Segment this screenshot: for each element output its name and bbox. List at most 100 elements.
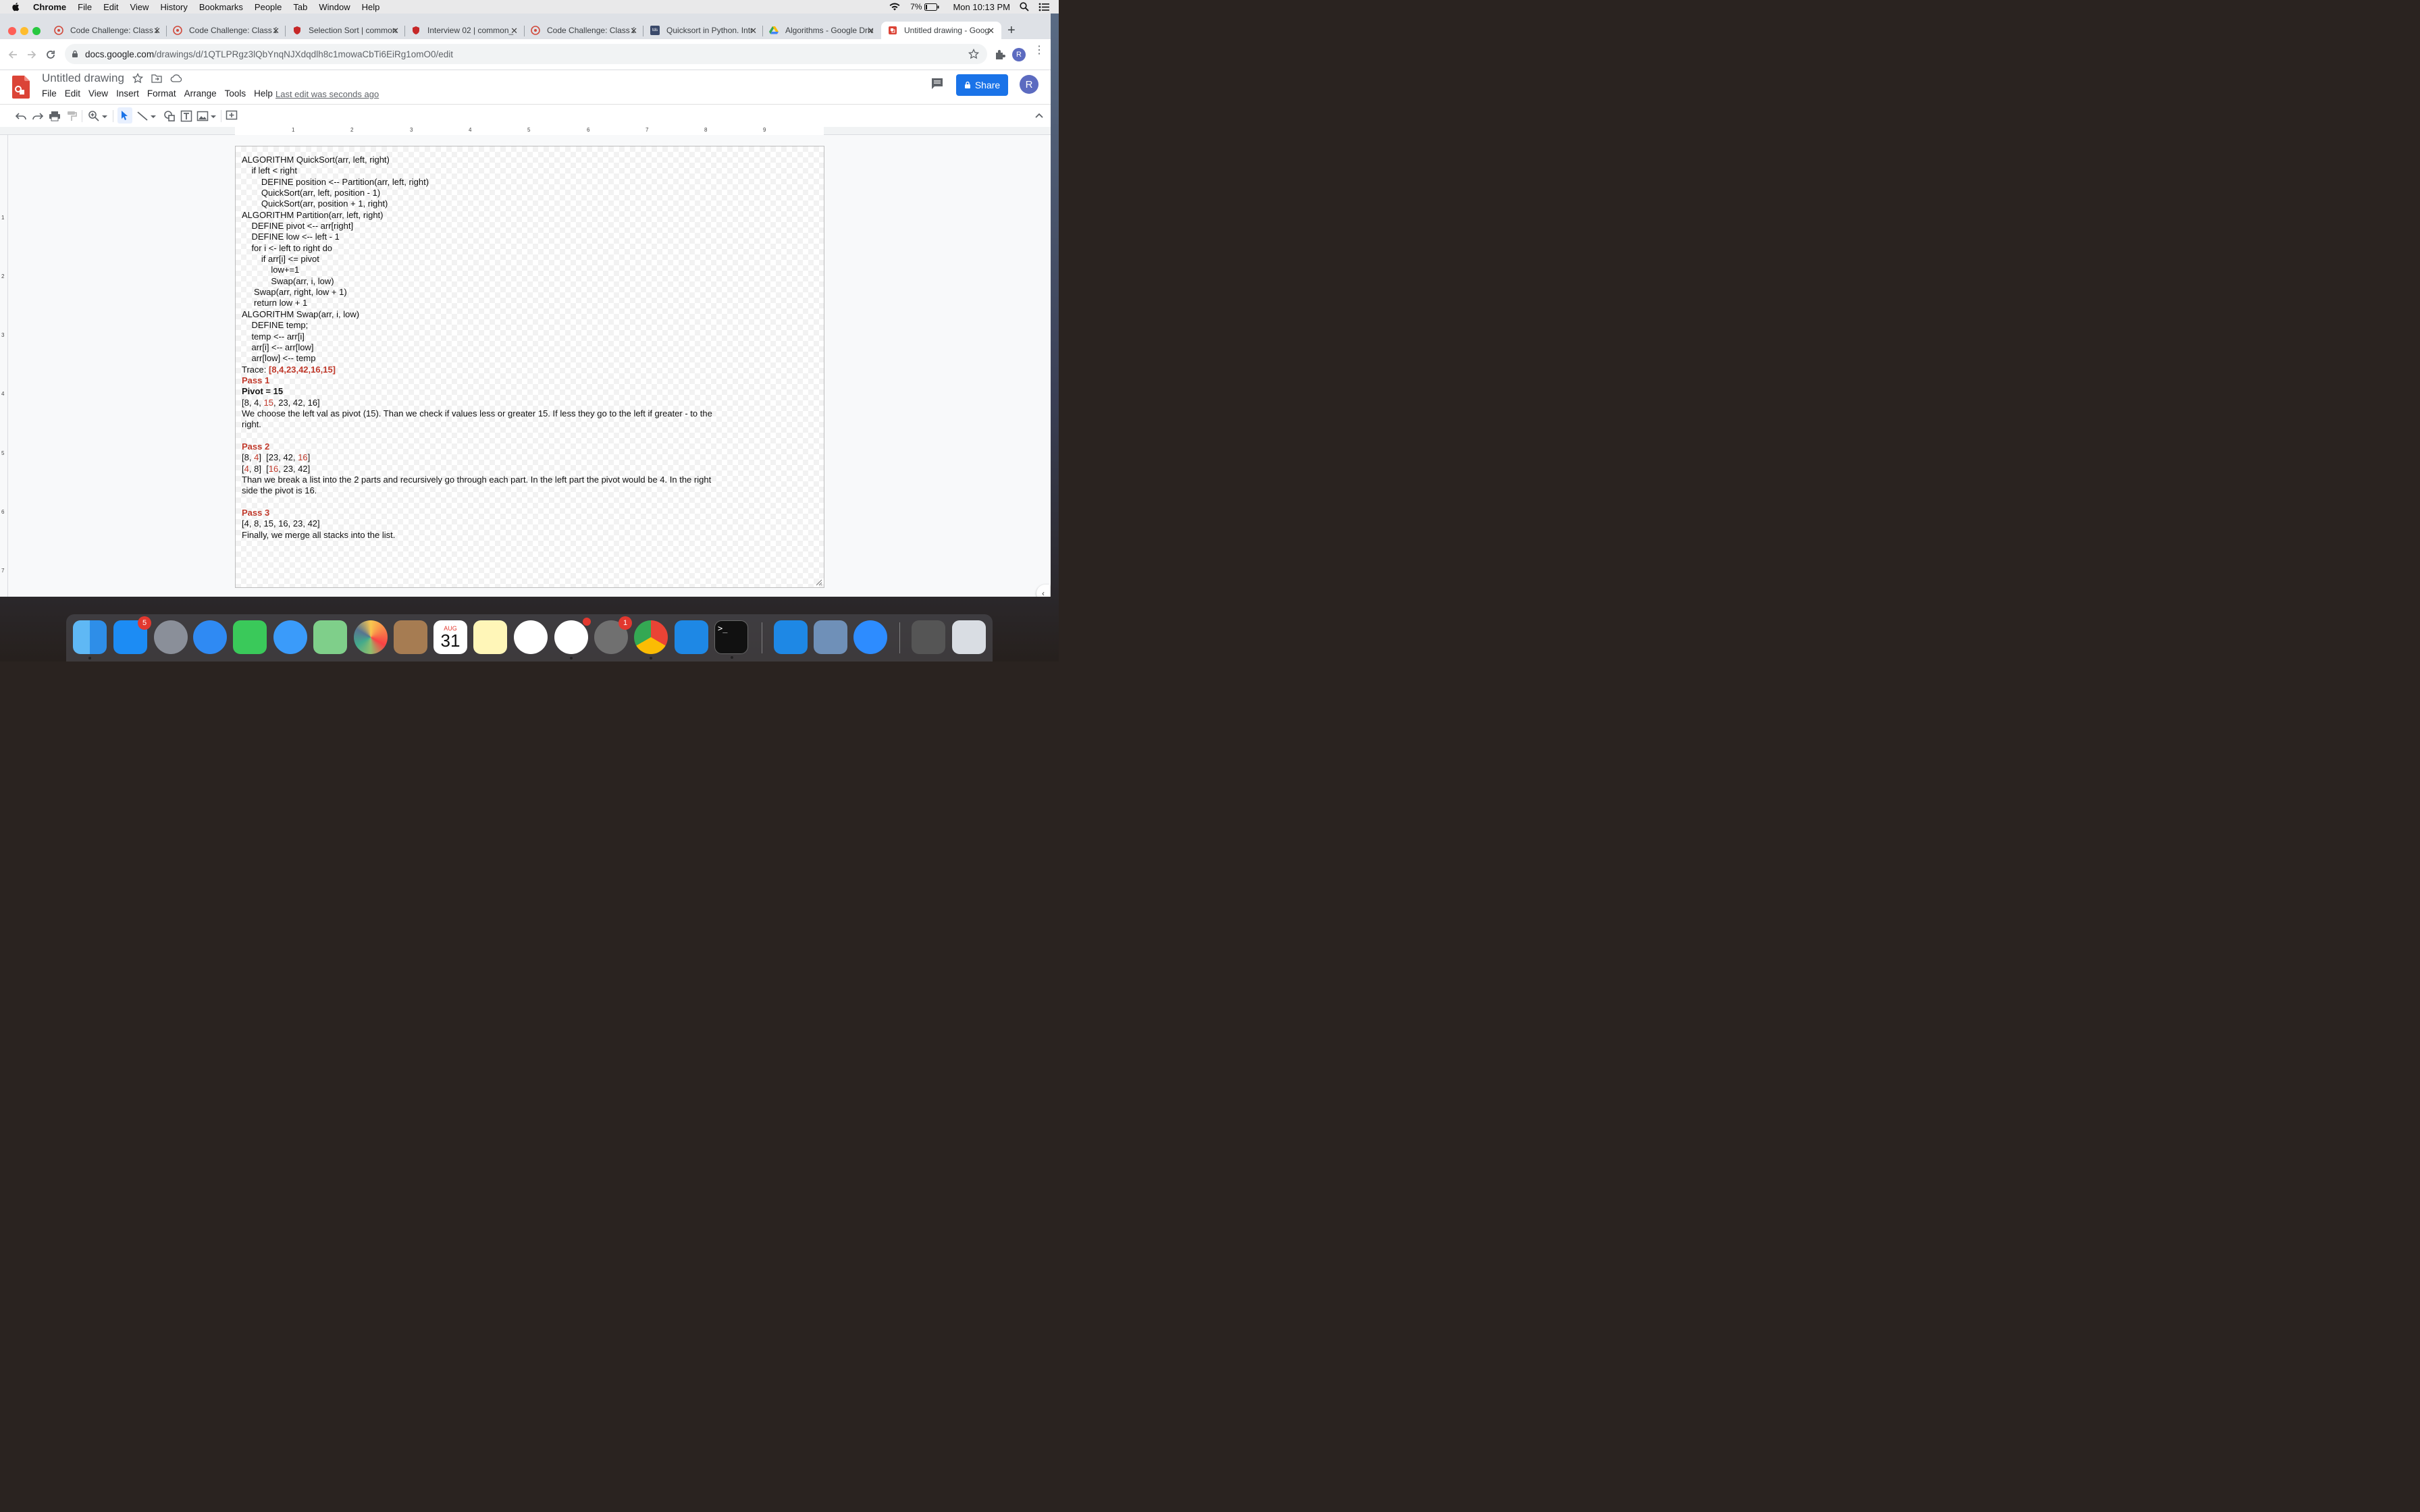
menu-arrange[interactable]: Arrange (184, 88, 217, 99)
back-arrow-icon[interactable] (7, 49, 19, 61)
chrome-menu-icon[interactable]: ⋮ (1034, 45, 1045, 56)
launchpad-icon[interactable] (154, 620, 188, 654)
chevron-down-icon[interactable] (101, 110, 108, 122)
chevron-down-icon[interactable] (210, 110, 217, 122)
drawing-page[interactable]: ALGORITHM QuickSort(arr, left, right) if… (235, 146, 824, 588)
browser-tab[interactable]: Interview 02 | common_ ✕ (411, 22, 518, 39)
undo-icon[interactable] (15, 110, 27, 122)
menubar-view[interactable]: View (130, 2, 149, 12)
menubar-tab[interactable]: Tab (293, 2, 307, 12)
menu-file[interactable]: File (42, 88, 57, 99)
safari-icon[interactable] (193, 620, 227, 654)
menubar-people[interactable]: People (255, 2, 282, 12)
system-preferences-icon[interactable]: 1 (594, 616, 632, 654)
menubar-window[interactable]: Window (319, 2, 350, 12)
browser-tab[interactable]: Algorithms - Google Driv ✕ (769, 22, 874, 39)
spotlight-search-icon[interactable] (1020, 2, 1029, 11)
chrome-icon[interactable] (634, 620, 668, 659)
side-panel-toggle-chevron-icon[interactable]: ‹ (1036, 585, 1050, 597)
add-comment-icon[interactable] (226, 110, 238, 122)
extensions-puzzle-icon[interactable] (994, 49, 1006, 61)
preview-icon[interactable] (814, 620, 847, 654)
menu-view[interactable]: View (88, 88, 108, 99)
browser-tab[interactable]: Code Challenge: Class 2 ✕ (54, 22, 161, 39)
zoom-window-button[interactable] (32, 27, 41, 35)
chrome-profile-avatar[interactable]: R (1012, 48, 1026, 61)
close-tab-icon[interactable]: ✕ (153, 26, 161, 36)
text-box-icon[interactable] (180, 110, 192, 122)
vscode-icon[interactable] (675, 620, 708, 654)
line-tool-icon[interactable] (136, 110, 149, 122)
menu-format[interactable]: Format (147, 88, 176, 99)
chevron-down-icon[interactable] (150, 110, 157, 122)
close-tab-icon[interactable]: ✕ (987, 26, 995, 36)
account-avatar[interactable]: R (1020, 75, 1038, 94)
lock-icon[interactable] (72, 50, 78, 58)
contacts-icon[interactable] (394, 620, 427, 654)
close-tab-icon[interactable]: ✕ (749, 26, 757, 36)
minimize-window-button[interactable] (20, 27, 28, 35)
close-tab-icon[interactable]: ✕ (272, 26, 280, 36)
app-store-icon[interactable]: 5 (113, 616, 151, 654)
document-title[interactable]: Untitled drawing (42, 72, 124, 85)
browser-tab[interactable]: Code Challenge: Class 2 ✕ (173, 22, 280, 39)
browser-tab[interactable]: tds Quicksort in Python. Intr ✕ (650, 22, 757, 39)
print-icon[interactable] (49, 110, 61, 122)
apple-menu-icon[interactable] (11, 2, 21, 11)
last-edit-link[interactable]: Last edit was seconds ago (275, 89, 379, 99)
menubar-app-name[interactable]: Chrome (33, 2, 66, 12)
reload-icon[interactable] (45, 49, 57, 61)
paint-format-icon[interactable] (65, 110, 78, 122)
menubar-history[interactable]: History (160, 2, 187, 12)
cloud-saved-icon[interactable] (170, 73, 182, 84)
menubar-help[interactable]: Help (362, 2, 380, 12)
drawing-canvas[interactable]: ALGORITHM QuickSort(arr, left, right) if… (8, 135, 1051, 597)
close-tab-icon[interactable]: ✕ (510, 26, 518, 36)
menu-help[interactable]: Help (254, 88, 273, 99)
browser-tab-active[interactable]: Untitled drawing - Goog ✕ (881, 22, 1001, 39)
menubar-clock[interactable]: Mon 10:13 PM (953, 2, 1010, 12)
image-icon[interactable] (196, 110, 209, 122)
browser-tab[interactable]: Selection Sort | common ✕ (292, 22, 399, 39)
menu-edit[interactable]: Edit (65, 88, 80, 99)
text-box[interactable]: ALGORITHM QuickSort(arr, left, right) if… (242, 155, 741, 541)
downloads-stack-icon[interactable] (912, 620, 945, 654)
menubar-edit[interactable]: Edit (103, 2, 118, 12)
move-to-folder-icon[interactable] (151, 73, 162, 84)
share-button[interactable]: Share (956, 74, 1008, 96)
redo-icon[interactable] (32, 110, 44, 122)
vscode-icon[interactable] (774, 620, 808, 654)
forward-arrow-icon[interactable] (26, 49, 38, 61)
wifi-icon[interactable] (889, 2, 901, 11)
messages-icon[interactable] (273, 620, 307, 654)
slack-icon[interactable] (554, 618, 591, 659)
select-tool-button[interactable] (117, 107, 132, 124)
zoom-icon[interactable] (88, 110, 100, 122)
zoom-icon[interactable] (853, 620, 887, 654)
notes-icon[interactable] (473, 620, 507, 654)
comment-history-icon[interactable] (930, 77, 944, 90)
collapse-toolbar-chevron-icon[interactable] (1033, 110, 1045, 122)
new-tab-button[interactable]: + (1007, 23, 1016, 38)
shape-tool-icon[interactable] (163, 110, 176, 122)
browser-tab[interactable]: Code Challenge: Class 2 ✕ (531, 22, 637, 39)
star-icon[interactable] (132, 73, 143, 84)
finder-icon[interactable] (73, 620, 107, 659)
menu-insert[interactable]: Insert (116, 88, 139, 99)
trash-icon[interactable] (952, 620, 986, 654)
close-tab-icon[interactable]: ✕ (392, 26, 399, 36)
calendar-icon[interactable]: AUG 31 (433, 620, 467, 654)
menubar-bookmarks[interactable]: Bookmarks (199, 2, 243, 12)
menubar-file[interactable]: File (78, 2, 92, 12)
menu-tools[interactable]: Tools (225, 88, 246, 99)
bookmark-star-icon[interactable] (968, 49, 979, 59)
close-tab-icon[interactable]: ✕ (867, 26, 874, 36)
terminal-icon[interactable]: >_ (714, 620, 748, 659)
resize-handle-icon[interactable] (816, 579, 822, 586)
close-window-button[interactable] (8, 27, 16, 35)
facetime-icon[interactable] (233, 620, 267, 654)
photos-icon[interactable] (354, 620, 388, 654)
address-bar[interactable]: docs.google.com/drawings/d/1QTLPRgz3lQbY… (65, 44, 987, 64)
google-drawings-logo-icon[interactable] (12, 76, 30, 99)
close-tab-icon[interactable]: ✕ (630, 26, 637, 36)
